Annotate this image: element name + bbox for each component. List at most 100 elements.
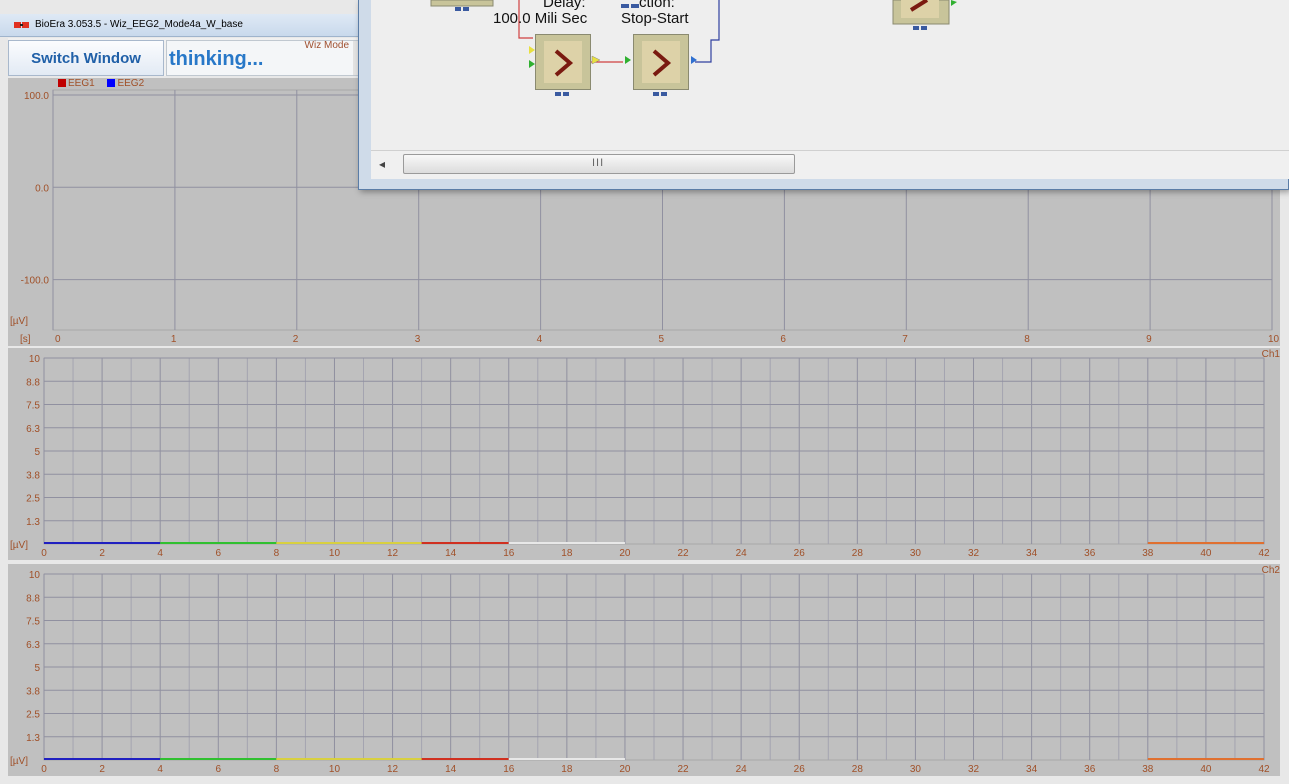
y-tick-label: -100.0 bbox=[21, 276, 50, 287]
channel-label: Ch1 bbox=[1261, 349, 1280, 360]
x-tick-label: 7 bbox=[902, 334, 908, 345]
y-unit-label: [µV] bbox=[10, 756, 28, 767]
scroll-thumb[interactable]: III bbox=[403, 154, 795, 174]
horizontal-scrollbar[interactable]: ◂ III bbox=[371, 150, 1289, 179]
chart-legend: EEG1 EEG2 bbox=[58, 78, 154, 89]
design-canvas[interactable]: Delay: 100.0 Mili Sec ction: Stop-Start bbox=[371, 0, 1289, 150]
y-tick-label: 3.8 bbox=[26, 686, 40, 697]
x-tick-label: 38 bbox=[1142, 764, 1154, 775]
x-tick-label: 22 bbox=[677, 548, 689, 559]
y-tick-label: 10 bbox=[29, 570, 41, 581]
legend-item-eeg1: EEG1 bbox=[58, 78, 95, 89]
x-tick-label: 30 bbox=[910, 764, 922, 775]
legend-item-eeg2: EEG2 bbox=[107, 78, 144, 89]
mode-label: Wiz Mode bbox=[304, 40, 349, 51]
ch2-spectrum-chart: 0 2 4 6 8 10 12 14 16 18 20 22 24 26 28 30 32 34 36 38 40 421… bbox=[10, 570, 1270, 775]
x-tick-label: 8 bbox=[274, 548, 280, 559]
design-window[interactable]: Delay: 100.0 Mili Sec ction: Stop-Start … bbox=[358, 0, 1289, 190]
input-port-icon bbox=[625, 56, 631, 64]
x-tick-label: 6 bbox=[780, 334, 786, 345]
x-unit-label: [s] bbox=[20, 334, 31, 345]
x-tick-label: 38 bbox=[1142, 548, 1154, 559]
window-title: BioEra 3.053.5 - Wiz_EEG2_Mode4a_W_base bbox=[35, 19, 243, 30]
x-tick-label: 2 bbox=[99, 764, 105, 775]
y-tick-label: 8.8 bbox=[26, 377, 40, 388]
legend-swatch bbox=[107, 79, 116, 87]
y-unit-label: [µV] bbox=[10, 316, 28, 327]
y-tick-label: 7.5 bbox=[26, 401, 40, 412]
delay-label-line2: 100.0 Mili Sec bbox=[493, 10, 588, 27]
x-tick-label: 36 bbox=[1084, 764, 1096, 775]
y-tick-label: 8.8 bbox=[26, 593, 40, 604]
x-tick-label: 1 bbox=[171, 334, 177, 345]
x-tick-label: 22 bbox=[677, 764, 689, 775]
x-tick-label: 10 bbox=[329, 548, 341, 559]
output-port-icon bbox=[691, 56, 697, 64]
x-tick-label: 32 bbox=[968, 548, 980, 559]
x-tick-label: 14 bbox=[445, 548, 457, 559]
x-tick-label: 4 bbox=[537, 334, 543, 345]
y-tick-label: 0.0 bbox=[35, 183, 49, 194]
legend-label: EEG2 bbox=[117, 78, 145, 89]
x-tick-label: 2 bbox=[293, 334, 299, 345]
y-tick-label: 100.0 bbox=[24, 91, 49, 102]
x-tick-label: 16 bbox=[503, 764, 515, 775]
x-tick-label: 8 bbox=[274, 764, 280, 775]
x-tick-label: 18 bbox=[561, 548, 573, 559]
x-tick-label: 42 bbox=[1258, 764, 1270, 775]
legend-label: EEG1 bbox=[68, 78, 95, 89]
x-tick-label: 5 bbox=[659, 334, 665, 345]
y-tick-label: 10 bbox=[29, 354, 41, 365]
x-tick-label: 12 bbox=[387, 764, 399, 775]
x-tick-label: 32 bbox=[968, 764, 980, 775]
switch-window-button[interactable]: Switch Window bbox=[8, 40, 164, 76]
y-tick-label: 6.3 bbox=[26, 640, 40, 651]
ch1-spectrum-chart: 0 2 4 6 8 10 12 14 16 18 20 22 24 26 28 30 32 34 36 38 40 421… bbox=[10, 354, 1270, 559]
scroll-grip: III bbox=[592, 157, 605, 169]
x-tick-label: 34 bbox=[1026, 764, 1038, 775]
y-tick-label: 3.8 bbox=[26, 470, 40, 481]
y-tick-label: 5 bbox=[34, 447, 40, 458]
x-tick-label: 6 bbox=[216, 548, 222, 559]
ch2-spectrum-panel[interactable]: 0 2 4 6 8 10 12 14 16 18 20 22 24 26 28 30 32 34 36 38 40 42 1… bbox=[8, 564, 1280, 776]
chevron-right-icon bbox=[652, 49, 672, 77]
main-window: BioEra 3.053.5 - Wiz_EEG2_Mode4a_W_base … bbox=[0, 0, 1289, 784]
x-tick-label: 26 bbox=[794, 764, 806, 775]
chevron-right-icon bbox=[554, 49, 574, 77]
status-display: thinking... Wiz Mode bbox=[166, 40, 354, 76]
x-tick-label: 28 bbox=[852, 548, 864, 559]
x-tick-label: 4 bbox=[157, 548, 163, 559]
x-tick-label: 34 bbox=[1026, 548, 1038, 559]
output-port-icon bbox=[591, 55, 601, 65]
ch1-spectrum-panel[interactable]: 0 2 4 6 8 10 12 14 16 18 20 22 24 26 28 30 32 34 36 38 40 42 1… bbox=[8, 348, 1280, 560]
y-tick-label: 1.3 bbox=[26, 517, 40, 528]
x-tick-label: 12 bbox=[387, 548, 399, 559]
x-tick-label: 10 bbox=[1268, 334, 1280, 345]
legend-swatch bbox=[58, 79, 66, 87]
delay-block[interactable] bbox=[535, 34, 591, 90]
x-tick-label: 0 bbox=[41, 548, 47, 559]
scroll-left-icon[interactable]: ◂ bbox=[379, 157, 385, 171]
block-port-icons bbox=[653, 92, 667, 96]
y-tick-label: 7.5 bbox=[26, 617, 40, 628]
x-tick-label: 30 bbox=[910, 548, 922, 559]
x-tick-label: 40 bbox=[1200, 548, 1212, 559]
x-tick-label: 18 bbox=[561, 764, 573, 775]
block-port-icons bbox=[555, 92, 569, 96]
x-tick-label: 28 bbox=[852, 764, 864, 775]
y-tick-label: 1.3 bbox=[26, 733, 40, 744]
y-tick-label: 6.3 bbox=[26, 424, 40, 435]
x-tick-label: 20 bbox=[619, 764, 631, 775]
x-tick-label: 20 bbox=[619, 548, 631, 559]
x-tick-label: 2 bbox=[99, 548, 105, 559]
action-block[interactable] bbox=[633, 34, 689, 90]
y-tick-label: 2.5 bbox=[26, 494, 40, 505]
x-tick-label: 8 bbox=[1024, 334, 1030, 345]
x-tick-label: 6 bbox=[216, 764, 222, 775]
action-label-line2: Stop-Start bbox=[621, 10, 689, 27]
bioera-icon bbox=[14, 22, 29, 28]
x-tick-label: 4 bbox=[157, 764, 163, 775]
x-tick-label: 10 bbox=[329, 764, 341, 775]
x-tick-label: 0 bbox=[55, 334, 61, 345]
input-port-icons bbox=[529, 46, 535, 68]
